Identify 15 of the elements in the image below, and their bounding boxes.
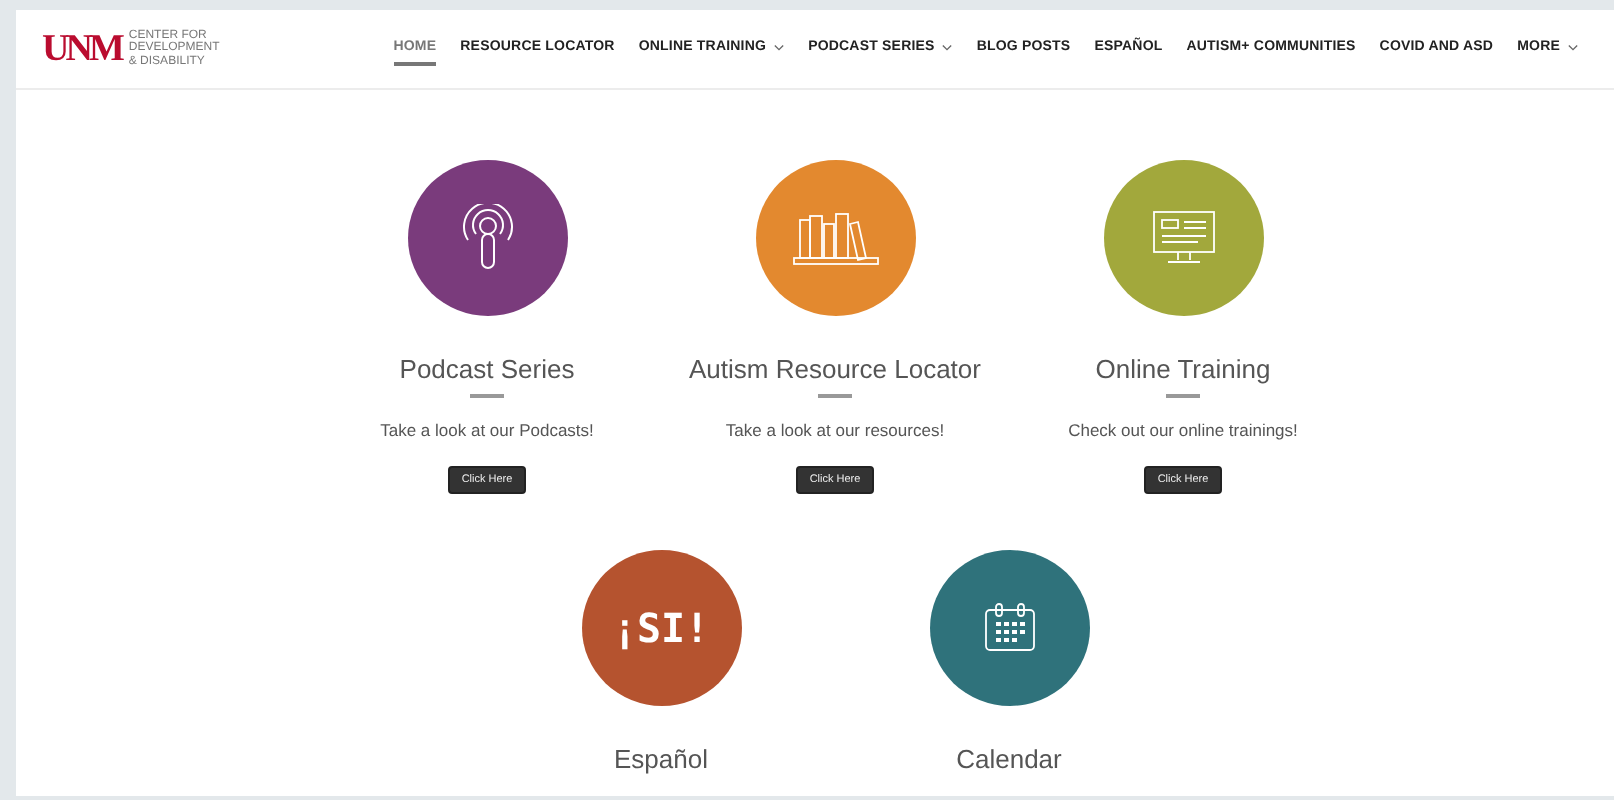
card-title: Calendar: [956, 744, 1062, 776]
bookshelf-icon: [791, 208, 879, 268]
podcast-icon: [457, 204, 517, 272]
feature-circle[interactable]: ¡SI!: [581, 550, 741, 706]
card-description: Take a look at our Podcasts!: [380, 420, 594, 440]
card-title: Español: [614, 744, 708, 776]
monitor-icon: [1149, 208, 1217, 268]
card-title: Online Training: [1095, 354, 1271, 386]
card-title: Autism Resource Locator: [689, 354, 981, 386]
logo-mark[interactable]: UNM: [42, 30, 121, 68]
card-title: Podcast Series: [399, 354, 575, 386]
circle-text: ¡SI!: [612, 604, 710, 652]
card-description: Check out our online trainings!: [1068, 420, 1298, 440]
calendar-icon: [981, 602, 1037, 654]
card-description: Take a look at our resources!: [725, 420, 945, 440]
